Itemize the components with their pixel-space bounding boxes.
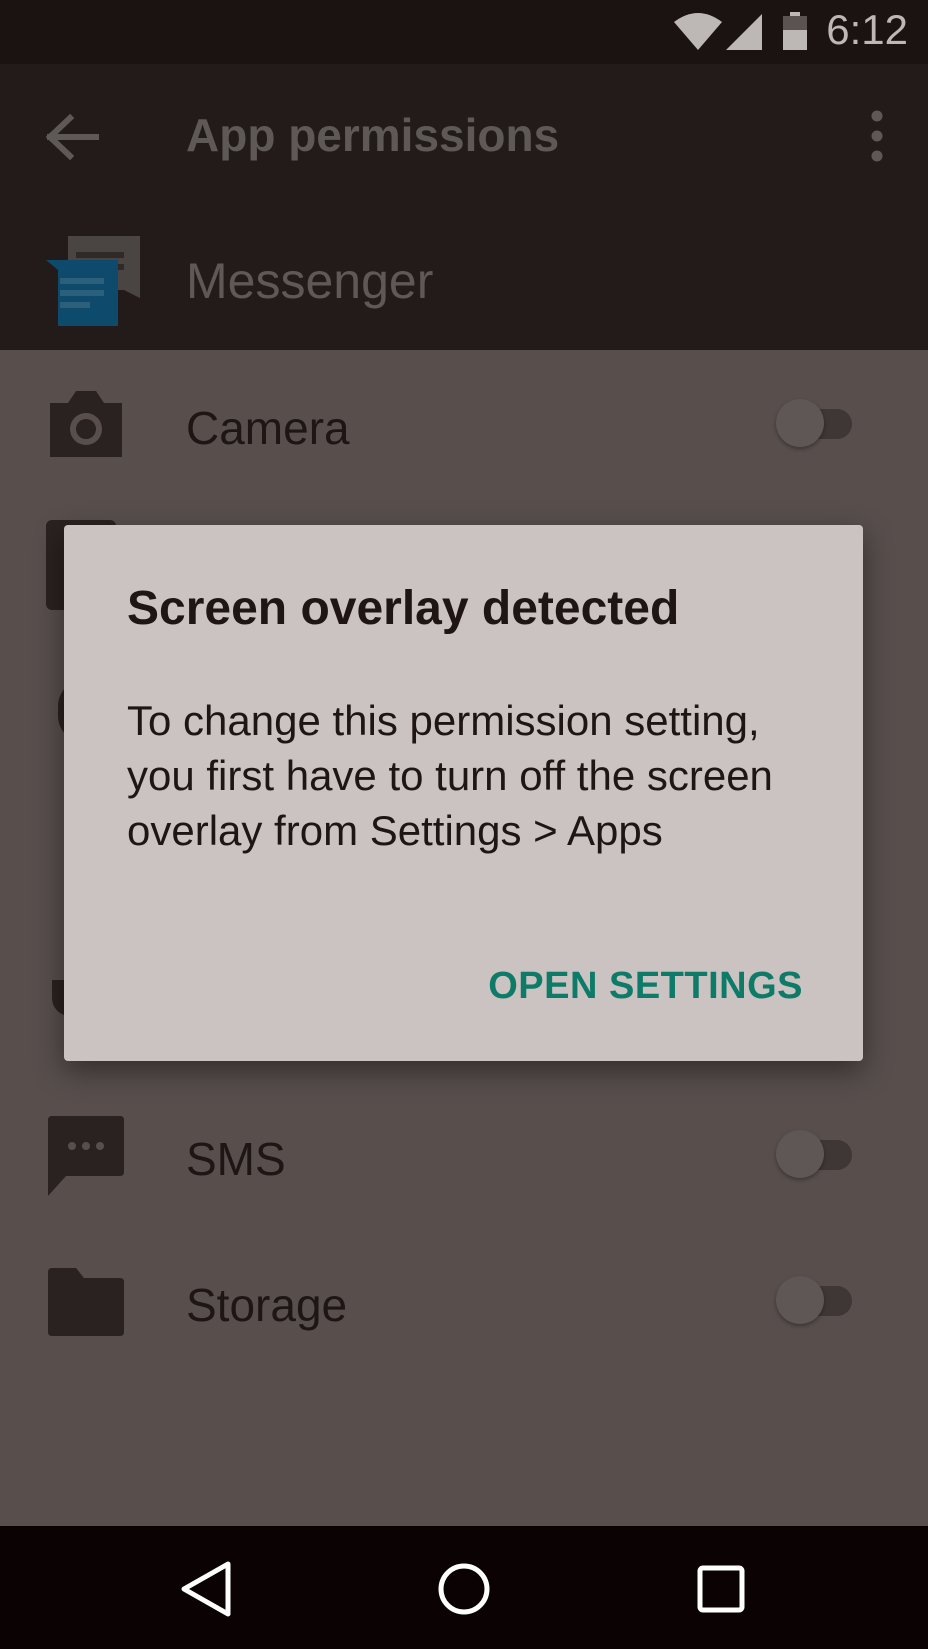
permission-label: Camera <box>186 402 350 454</box>
arrow-back-icon[interactable] <box>40 110 104 164</box>
page-title: App permissions <box>186 109 560 161</box>
messenger-icon <box>46 236 140 326</box>
screen-overlay-dialog: Screen overlay detected To change this p… <box>64 525 863 1061</box>
open-settings-button[interactable]: OPEN SETTINGS <box>488 965 803 1008</box>
dialog-message: To change this permission setting, you f… <box>127 697 773 854</box>
camera-toggle[interactable] <box>776 397 856 449</box>
navigation-bar <box>0 1526 928 1649</box>
home-nav-icon[interactable] <box>429 1554 499 1624</box>
app-bar: App permissions <box>0 64 928 208</box>
status-bar: 6:12 <box>0 0 928 64</box>
more-vert-icon[interactable] <box>862 104 892 168</box>
permission-row-camera[interactable]: Camera <box>0 355 928 495</box>
permission-row-sms[interactable]: SMS <box>0 1090 928 1230</box>
permission-label: SMS <box>186 1133 286 1185</box>
recents-nav-icon[interactable] <box>686 1554 756 1624</box>
status-time: 6:12 <box>826 6 908 53</box>
dialog-title: Screen overlay detected <box>127 582 680 635</box>
sms-toggle[interactable] <box>776 1128 856 1180</box>
app-header: Messenger <box>0 208 928 350</box>
camera-icon <box>50 391 122 457</box>
wifi-icon <box>674 13 722 50</box>
app-name: Messenger <box>186 253 434 309</box>
permission-label: Storage <box>186 1279 348 1331</box>
sms-icon <box>48 1116 124 1196</box>
signal-icon <box>726 14 762 50</box>
folder-icon <box>48 1268 124 1336</box>
storage-toggle[interactable] <box>776 1274 856 1326</box>
back-nav-icon[interactable] <box>172 1554 242 1624</box>
battery-icon <box>783 12 807 50</box>
permission-row-storage[interactable]: Storage <box>0 1236 928 1376</box>
